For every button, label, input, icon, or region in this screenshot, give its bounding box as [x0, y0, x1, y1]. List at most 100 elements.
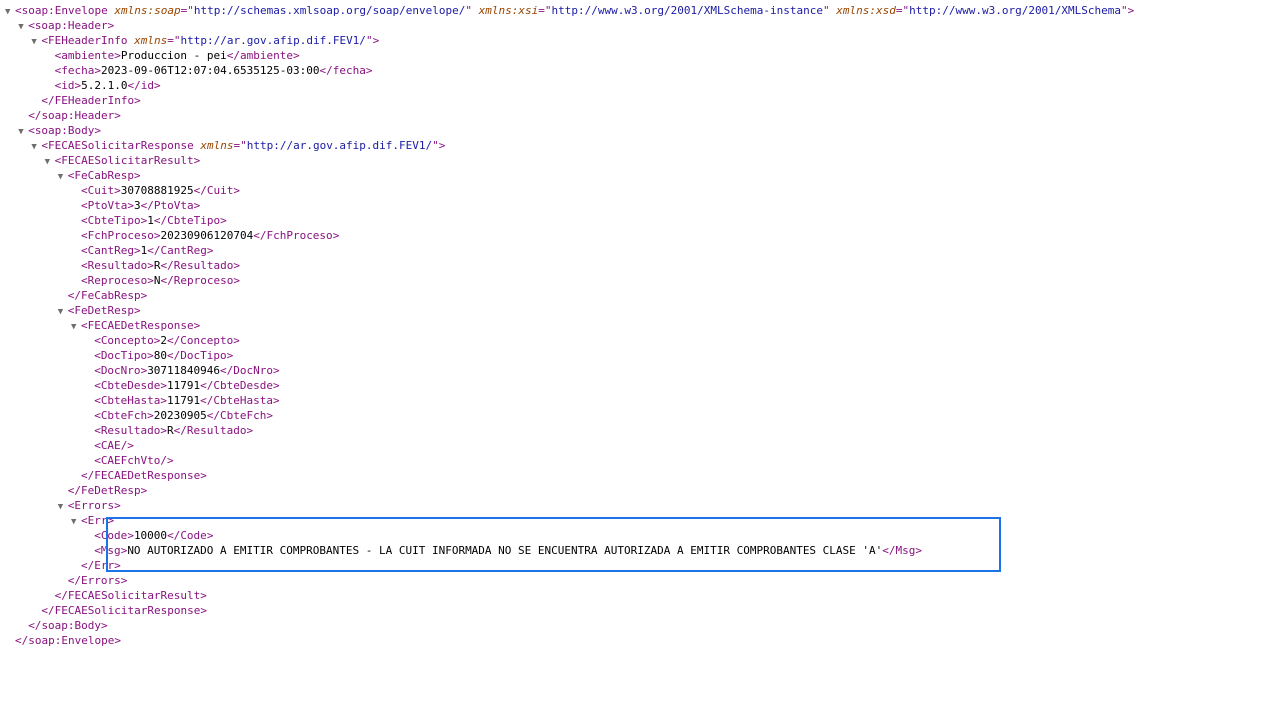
element-text: 11791: [167, 379, 201, 392]
tag-bracket: >: [140, 289, 148, 302]
tag-bracket: <: [94, 379, 101, 392]
element-text: 11791: [167, 394, 201, 407]
tag-bracket: >: [94, 64, 101, 77]
tag-bracket: >: [147, 274, 154, 287]
xml-line: <Resultado>R</Resultado>: [0, 423, 1134, 438]
tag-name: fecha: [61, 64, 95, 77]
tag-bracket: >: [273, 364, 280, 377]
tag-name: FchProceso: [266, 229, 333, 242]
tag-bracket: >: [200, 469, 207, 482]
tag-name: Cuit: [87, 184, 115, 197]
tag-bracket: >: [246, 424, 254, 437]
tag-bracket: </: [140, 199, 154, 212]
tag-bracket: >: [200, 589, 207, 602]
tag-bracket: >: [114, 499, 121, 512]
xml-line: </FECAESolicitarResult>: [0, 588, 1134, 603]
tag-bracket: >: [133, 244, 141, 257]
xml-line: <Reproceso>N</Reproceso>: [0, 273, 1134, 288]
xml-line: <Resultado>R</Resultado>: [0, 258, 1134, 273]
tag-bracket: />: [120, 439, 134, 452]
tag-name: Resultado: [186, 424, 247, 437]
tag-name: soap:Body: [34, 124, 95, 137]
element-text: 5.2.1.0: [81, 79, 128, 92]
xml-line: ▼ <Err>: [0, 513, 1134, 528]
attribute-name: xmlns: [134, 34, 168, 47]
xml-line: </FECAESolicitarResponse>: [0, 603, 1134, 618]
tag-name: soap:Envelope: [21, 4, 108, 17]
tag-bracket: >: [127, 199, 134, 212]
xml-line: <Code>10000</Code>: [0, 528, 1134, 543]
tag-name: FECAESolicitarResult: [67, 589, 201, 602]
xml-line: <Cuit>30708881925</Cuit>: [0, 183, 1134, 198]
tag-bracket: <: [94, 424, 101, 437]
tag-bracket: >: [915, 544, 923, 557]
attribute-value: http://ar.gov.afip.dif.FEV1/: [180, 34, 366, 47]
tag-name: Code: [180, 529, 207, 542]
tag-bracket: <: [94, 439, 101, 452]
element-text: 20230905: [153, 409, 207, 422]
tag-bracket: >: [293, 49, 300, 62]
tag-name: FECAEDetResponse: [94, 469, 201, 482]
tag-name: FeCabResp: [81, 289, 141, 302]
tag-bracket: <: [15, 4, 22, 17]
tag-name: id: [61, 79, 75, 92]
tag-name: Resultado: [87, 259, 148, 272]
tag-bracket: </: [147, 244, 161, 257]
attribute-value: http://www.w3.org/2001/XMLSchema-instanc…: [551, 4, 823, 17]
xml-line: <Concepto>2</Concepto>: [0, 333, 1134, 348]
tag-name: DocTipo: [100, 349, 148, 362]
tag-bracket: </: [15, 634, 29, 647]
tag-bracket: >: [114, 49, 121, 62]
tag-bracket: </: [54, 589, 68, 602]
xml-line: ▼ <FECAESolicitarResponse xmlns="http://a…: [0, 138, 1134, 153]
element-text: 10000: [133, 529, 168, 542]
tag-name: CbteFch: [220, 409, 267, 422]
tag-name: DocNro: [233, 364, 274, 377]
tag-bracket: </: [167, 529, 181, 542]
tag-name: CbteDesde: [213, 379, 274, 392]
xml-line: <ambiente>Produccion - pei</ambiente>: [0, 48, 1134, 63]
tag-bracket: </: [81, 559, 95, 572]
tag-name: CAE: [100, 439, 121, 452]
tag-name: Msg: [895, 544, 916, 557]
tag-bracket: </: [200, 394, 214, 407]
xml-line: <CbteHasta>11791</CbteHasta>: [0, 393, 1134, 408]
tag-bracket: <: [94, 454, 101, 467]
tag-bracket: </: [81, 469, 95, 482]
attribute-name: xmlns:xsi: [478, 4, 539, 17]
xml-line: </FeCabResp>: [0, 288, 1134, 303]
xml-line: </soap:Header>: [0, 108, 1134, 123]
tag-bracket: >: [120, 574, 128, 587]
tag-name: Err: [94, 559, 115, 572]
attribute-name: xmlns:xsd: [836, 4, 896, 17]
tag-name: Reproceso: [87, 274, 148, 287]
tag-bracket: >: [107, 19, 115, 32]
tag-bracket: </: [173, 424, 187, 437]
tag-bracket: <: [81, 199, 88, 212]
xml-line: <CAE/>: [0, 438, 1134, 453]
element-text: NO AUTORIZADO A EMITIR COMPROBANTES - LA…: [127, 544, 883, 557]
tag-bracket: </: [127, 79, 141, 92]
xml-line: <PtoVta>3</PtoVta>: [0, 198, 1134, 213]
tag-name: CbteFch: [100, 409, 148, 422]
xml-line: </FEHeaderInfo>: [0, 93, 1134, 108]
tag-bracket: </: [153, 214, 168, 227]
tag-name: CbteTipo: [87, 214, 141, 227]
tag-bracket: <: [94, 544, 101, 557]
tag-bracket: <: [81, 259, 88, 272]
tag-bracket: >: [134, 94, 141, 107]
tag-bracket: <: [28, 19, 35, 32]
tag-bracket: <: [94, 409, 101, 422]
tag-bracket: >: [273, 394, 280, 407]
tag-name: FECAESolicitarResponse: [48, 139, 194, 152]
tag-bracket: >: [94, 124, 102, 137]
element-text: 20230906120704: [160, 229, 254, 242]
xml-line: </soap:Body>: [0, 618, 1134, 633]
xml-line: <id>5.2.1.0</id>: [0, 78, 1134, 93]
tag-bracket: >: [193, 199, 201, 212]
xml-line: ▼ <FeCabResp>: [0, 168, 1134, 183]
tag-name: id: [140, 79, 154, 92]
tag-name: Concepto: [100, 334, 154, 347]
xml-line: <CbteDesde>11791</CbteDesde>: [0, 378, 1134, 393]
tag-bracket: <: [81, 184, 88, 197]
